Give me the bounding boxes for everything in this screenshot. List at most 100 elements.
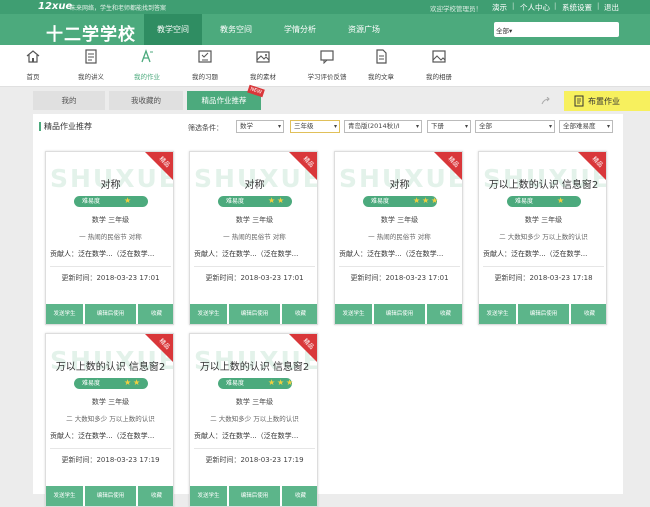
update-time: 更新时间：2018-03-23 17:18 bbox=[494, 274, 593, 282]
send-to-students-button[interactable]: 发送学生 bbox=[190, 304, 227, 324]
star-icon: ★ bbox=[422, 196, 430, 205]
favorite-button[interactable]: 收藏 bbox=[282, 304, 317, 324]
card-title[interactable]: 对称 bbox=[190, 176, 317, 191]
welcome-text: 欢迎学校管理员！ bbox=[430, 5, 482, 13]
nav-learning-analysis[interactable]: 学情分析 bbox=[270, 14, 330, 45]
star-icon: ★ bbox=[431, 196, 439, 205]
tool-home[interactable]: 首页 bbox=[8, 49, 58, 81]
tab-featured-homework[interactable]: 精品作业推荐 bbox=[187, 91, 261, 110]
homework-card[interactable]: SHUXUE 精品 对称 难易度 ★ ★ ★ 数学 三年级 一 热闹的民俗节 对称 贡… bbox=[334, 151, 463, 325]
edit-and-use-button[interactable]: 编辑后使用 bbox=[85, 486, 136, 506]
nav-resource-square[interactable]: 资源广场 bbox=[334, 14, 394, 45]
tool-my-homework[interactable]: 我的作业 bbox=[122, 49, 172, 81]
edit-and-use-button[interactable]: 编辑后使用 bbox=[229, 304, 280, 324]
difficulty-select[interactable]: 全部难易度 ▾ bbox=[559, 120, 613, 133]
send-to-students-button[interactable]: 发送学生 bbox=[335, 304, 372, 324]
grade-select[interactable]: 三年级 ▾ bbox=[290, 120, 340, 133]
card-title[interactable]: 万以上数的认识 信息窗2 bbox=[479, 176, 606, 191]
filter-label: 筛选条件： bbox=[188, 124, 223, 132]
favorite-button[interactable]: 收藏 bbox=[282, 486, 317, 506]
topic-text: 一 热闹的民俗节 对称 bbox=[368, 233, 431, 241]
nav-academic-space[interactable]: 教务空间 bbox=[206, 14, 266, 45]
card-title[interactable]: 万以上数的认识 信息窗2 bbox=[190, 358, 317, 373]
send-to-students-button[interactable]: 发送学生 bbox=[46, 486, 83, 506]
edition-select[interactable]: 青岛版(2014秋)/I ▾ bbox=[344, 120, 422, 133]
edit-and-use-button[interactable]: 编辑后使用 bbox=[374, 304, 425, 324]
subject-grade: 数学 三年级 bbox=[380, 216, 419, 224]
top-bar: 12xue 未来网络，学生和老师都能找到答案 欢迎学校管理员！ 演示 | 个人中… bbox=[0, 0, 650, 14]
card-actions: 发送学生 编辑后使用 收藏 bbox=[46, 486, 173, 506]
subject-grade: 数学 三年级 bbox=[235, 398, 274, 406]
card-title[interactable]: 万以上数的认识 信息窗2 bbox=[46, 358, 173, 373]
divider bbox=[50, 266, 171, 267]
favorite-button[interactable]: 收藏 bbox=[427, 304, 462, 324]
volume-select[interactable]: 下册 ▾ bbox=[427, 120, 471, 133]
star-icon: ★ bbox=[277, 378, 285, 387]
tab-favorites[interactable]: 我收藏的 bbox=[109, 91, 183, 110]
difficulty-badge: 难易度 ★ bbox=[74, 196, 148, 207]
star-icon: ★ bbox=[277, 196, 285, 205]
update-time: 更新时间：2018-03-23 17:01 bbox=[61, 274, 160, 282]
update-time: 更新时间：2018-03-23 17:19 bbox=[205, 456, 304, 464]
search-input[interactable] bbox=[524, 23, 616, 36]
homework-card[interactable]: SHUXUE 精品 万以上数的认识 信息窗2 难易度 ★ ★ ★ 数学 三年级 二 大… bbox=[189, 333, 318, 507]
tool-my-exercises[interactable]: 我的习题 bbox=[180, 49, 230, 81]
difficulty-badge: 难易度 ★ ★ ★ bbox=[218, 378, 293, 389]
logout-link[interactable]: 退出 bbox=[604, 2, 619, 13]
star-icon: ★ bbox=[557, 196, 565, 205]
tab-mine[interactable]: 我的 bbox=[33, 91, 105, 110]
contributor-text: 贡献人：泛在数学...（泛在数学... bbox=[50, 432, 155, 440]
personal-center-link[interactable]: 个人中心 bbox=[520, 2, 550, 13]
tool-my-albums[interactable]: 我的相册 bbox=[414, 49, 464, 81]
contributor-text: 贡献人：泛在数学...（泛在数学... bbox=[194, 432, 299, 440]
card-actions: 发送学生 编辑后使用 收藏 bbox=[46, 304, 173, 324]
tab-row: 我的 我收藏的 精品作业推荐 NEW 布置作业 bbox=[33, 84, 650, 111]
tool-learning-feedback[interactable]: 学习评价反馈 bbox=[302, 49, 352, 81]
update-time: 更新时间：2018-03-23 17:01 bbox=[205, 274, 304, 282]
star-icon: ★ bbox=[268, 378, 276, 387]
handout-icon bbox=[85, 49, 97, 64]
card-title[interactable]: 对称 bbox=[335, 176, 462, 191]
homework-icon bbox=[141, 49, 153, 63]
divider bbox=[194, 448, 315, 449]
tool-my-articles[interactable]: 我的文章 bbox=[356, 49, 406, 81]
favorite-button[interactable]: 收藏 bbox=[138, 486, 173, 506]
send-to-students-button[interactable]: 发送学生 bbox=[479, 304, 516, 324]
subject-grade: 数学 三年级 bbox=[91, 216, 130, 224]
tool-my-materials[interactable]: 我的素材 bbox=[238, 49, 288, 81]
homework-card[interactable]: SHUXUE 精品 万以上数的认识 信息窗2 难易度 ★ ★ 数学 三年级 二 大数… bbox=[45, 333, 174, 507]
send-to-students-button[interactable]: 发送学生 bbox=[190, 486, 227, 506]
edit-and-use-button[interactable]: 编辑后使用 bbox=[229, 486, 280, 506]
star-icon: ★ bbox=[268, 196, 276, 205]
system-settings-link[interactable]: 系统设置 bbox=[562, 2, 592, 13]
edit-and-use-button[interactable]: 编辑后使用 bbox=[85, 304, 136, 324]
brand-logo: 12xue bbox=[38, 1, 73, 12]
homework-card[interactable]: SHUXUE 精品 万以上数的认识 信息窗2 难易度 ★ 数学 三年级 二 大数知… bbox=[478, 151, 607, 325]
contributor-text: 贡献人：泛在数学...（泛在数学... bbox=[194, 250, 299, 258]
send-to-students-button[interactable]: 发送学生 bbox=[46, 304, 83, 324]
card-title[interactable]: 对称 bbox=[46, 176, 173, 191]
tool-my-handouts[interactable]: 我的讲义 bbox=[66, 49, 116, 81]
difficulty-badge: 难易度 ★ ★ bbox=[218, 196, 292, 207]
arrange-homework-button[interactable]: 布置作业 bbox=[564, 91, 650, 111]
separator: | bbox=[554, 2, 557, 10]
section-title: 精品作业推荐 bbox=[39, 122, 92, 131]
homework-card[interactable]: SHUXUE 精品 对称 难易度 ★ 数学 三年级 一 热闹的民俗节 对称 贡献人… bbox=[45, 151, 174, 325]
unit-select[interactable]: 全部 ▾ bbox=[475, 120, 555, 133]
demo-link[interactable]: 演示 bbox=[492, 2, 507, 13]
tool-bar: 首页 我的讲义 我的作业 我的习题 我的素材 学习评价反馈 我的文章 我的相册 bbox=[0, 45, 650, 87]
search-scope-select[interactable]: 全部▾ bbox=[496, 25, 512, 35]
topic-text: 二 大数知多少 万以上数的认识 bbox=[210, 415, 299, 423]
favorite-button[interactable]: 收藏 bbox=[138, 304, 173, 324]
favorite-button[interactable]: 收藏 bbox=[571, 304, 606, 324]
divider bbox=[50, 448, 171, 449]
contributor-text: 贡献人：泛在数学...（泛在数学... bbox=[339, 250, 444, 258]
subject-grade: 数学 三年级 bbox=[524, 216, 563, 224]
share-icon[interactable] bbox=[541, 97, 551, 105]
edit-and-use-button[interactable]: 编辑后使用 bbox=[518, 304, 569, 324]
subject-select[interactable]: 数学 ▾ bbox=[236, 120, 284, 133]
nav-teaching-space[interactable]: 教学空间 bbox=[144, 14, 202, 45]
exercise-icon bbox=[198, 50, 212, 63]
homework-card[interactable]: SHUXUE 精品 对称 难易度 ★ ★ 数学 三年级 一 热闹的民俗节 对称 贡献… bbox=[189, 151, 318, 325]
difficulty-badge: 难易度 ★ bbox=[507, 196, 581, 207]
